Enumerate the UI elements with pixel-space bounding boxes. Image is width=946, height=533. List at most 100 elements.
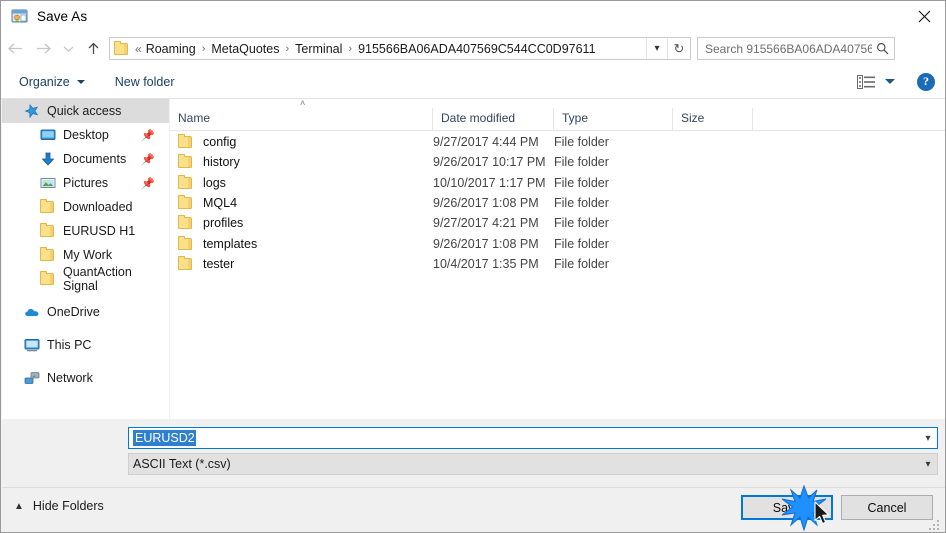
file-type: File folder [554, 256, 609, 271]
save-as-type-select[interactable]: ASCII Text (*.csv) ▾ [128, 453, 938, 475]
breadcrumb-terminal[interactable]: Terminal [294, 42, 343, 56]
file-name-cell: templates [170, 235, 433, 251]
file-name-cell: logs [170, 174, 433, 190]
hide-folders-label: Hide Folders [32, 499, 104, 513]
breadcrumb-separator: › [285, 42, 290, 55]
search-input[interactable]: Search 915566BA06ADA40756... [697, 37, 895, 60]
file-name: config [203, 135, 237, 150]
help-icon[interactable]: ? [917, 72, 935, 91]
table-row[interactable]: tester 10/4/2017 1:35 PM File folder [170, 254, 945, 274]
chevron-down-icon[interactable]: ▾ [919, 433, 937, 444]
pin-icon: 📌 [141, 153, 155, 166]
chevron-down-icon [63, 46, 73, 52]
table-row[interactable]: profiles 9/27/2017 4:21 PM File folder [170, 213, 945, 233]
file-name: MQL4 [203, 196, 238, 211]
table-row[interactable]: config 9/27/2017 4:44 PM File folder [170, 132, 945, 152]
table-row[interactable]: templates 9/26/2017 1:08 PM File folder [170, 233, 945, 253]
navigation-bar: « Roaming › MetaQuotes › Terminal › 9155… [1, 32, 945, 65]
refresh-icon[interactable]: ↻ [667, 38, 690, 59]
close-icon[interactable] [901, 1, 945, 32]
column-header-date-modified[interactable]: Date modified [433, 108, 554, 130]
table-row[interactable]: logs 10/10/2017 1:17 PM File folder [170, 173, 945, 193]
sidebar-item-quantaction-signal[interactable]: QuantAction Signal [2, 265, 169, 293]
sidebar-item-label: EURUSD H1 [63, 224, 136, 238]
file-type: File folder [554, 196, 609, 211]
network-icon [24, 370, 40, 386]
sidebar-item-label: OneDrive [47, 305, 100, 319]
file-name-cell: tester [170, 255, 433, 271]
column-header-size[interactable]: Size [673, 108, 753, 130]
folder-icon [114, 41, 129, 55]
cloud-icon [24, 304, 40, 320]
sidebar-item-eurusd-h1[interactable]: EURUSD H1 [2, 219, 169, 243]
picture-icon [40, 175, 56, 191]
breadcrumb-separator: › [348, 42, 353, 55]
forward-button[interactable] [29, 36, 57, 62]
file-name-input[interactable]: EURUSD2 ▾ [128, 427, 938, 449]
folder-icon [178, 235, 194, 251]
sidebar-item-quick-access[interactable]: Quick access [2, 99, 169, 123]
recent-locations-button[interactable] [57, 36, 79, 62]
organize-label: Organize [19, 74, 70, 89]
sidebar-item-label: Documents [63, 152, 127, 166]
column-header-type[interactable]: Type [554, 108, 673, 130]
sidebar-item-desktop[interactable]: Desktop 📌 [2, 123, 169, 147]
folder-icon [40, 271, 56, 287]
sort-ascending-icon: ˄ [300, 98, 306, 108]
view-layout-icon[interactable] [857, 74, 875, 89]
title-bar: Save As [1, 1, 945, 32]
file-type: File folder [554, 175, 609, 190]
save-as-dialog: Save As « Roaming › MetaQuotes › Termina… [0, 0, 946, 533]
up-one-level-button[interactable] [79, 36, 107, 62]
sidebar-item-downloaded[interactable]: Downloaded [2, 195, 169, 219]
file-name-cell: config [170, 134, 433, 150]
address-bar[interactable]: « Roaming › MetaQuotes › Terminal › 9155… [109, 37, 691, 60]
sidebar-item-label: Network [47, 371, 93, 385]
organize-button[interactable]: Organize [11, 65, 93, 98]
table-row[interactable]: history 9/26/2017 10:17 PM File folder [170, 152, 945, 172]
monitor-icon [40, 127, 56, 143]
address-dropdown-icon[interactable]: ▾ [646, 38, 667, 59]
file-name: templates [203, 236, 258, 251]
sidebar-item-pictures[interactable]: Pictures 📌 [2, 171, 169, 195]
sidebar-item-network[interactable]: Network [2, 366, 169, 390]
sidebar-item-label: Downloaded [63, 200, 133, 214]
file-list: ˄ Name Date modified Type Size config 9/… [170, 98, 945, 419]
navigation-pane: Quick access Desktop 📌 Documents 📌 Pictu… [2, 99, 169, 419]
cancel-button[interactable]: Cancel [841, 495, 933, 520]
sidebar-item-onedrive[interactable]: OneDrive [2, 300, 169, 324]
save-button[interactable]: Save [741, 495, 833, 520]
sidebar-item-label: QuantAction Signal [63, 265, 132, 293]
folder-icon [40, 247, 56, 263]
table-row[interactable]: MQL4 9/26/2017 1:08 PM File folder [170, 193, 945, 213]
sidebar-item-documents[interactable]: Documents 📌 [2, 147, 169, 171]
chevron-down-icon[interactable]: ▾ [919, 459, 937, 470]
arrow-right-icon [36, 43, 51, 54]
arrow-left-icon [7, 43, 22, 54]
file-type: File folder [554, 236, 609, 251]
command-bar: Organize New folder ? [1, 65, 945, 99]
column-header-name[interactable]: Name [170, 108, 433, 130]
chevron-down-icon [76, 79, 85, 84]
breadcrumb-metaquotes[interactable]: MetaQuotes [210, 42, 280, 56]
breadcrumb-roaming[interactable]: Roaming [145, 42, 197, 56]
breadcrumb-terminal-id[interactable]: 915566BA06ADA407569C544CC0D97611 [357, 42, 596, 56]
search-icon [872, 42, 894, 55]
sidebar-item-label: Desktop [63, 128, 109, 142]
back-button[interactable] [1, 36, 29, 62]
star-icon [24, 103, 40, 119]
folder-icon [178, 174, 194, 190]
sidebar-item-this-pc[interactable]: This PC [2, 333, 169, 357]
sidebar-item-my-work[interactable]: My Work [2, 243, 169, 267]
folder-icon [178, 255, 194, 271]
folder-icon [40, 223, 56, 239]
view-options-chevron-down-icon[interactable] [885, 79, 895, 84]
window-title: Save As [37, 9, 88, 24]
file-date: 9/26/2017 1:08 PM [433, 196, 539, 211]
file-rows: config 9/27/2017 4:44 PM File folder his… [170, 132, 945, 274]
file-name-cell: history [170, 154, 433, 169]
arrow-up-icon [88, 42, 98, 54]
new-folder-button[interactable]: New folder [107, 65, 183, 98]
hide-folders-button[interactable]: ▲ Hide Folders [14, 499, 104, 513]
file-type: File folder [554, 216, 609, 231]
